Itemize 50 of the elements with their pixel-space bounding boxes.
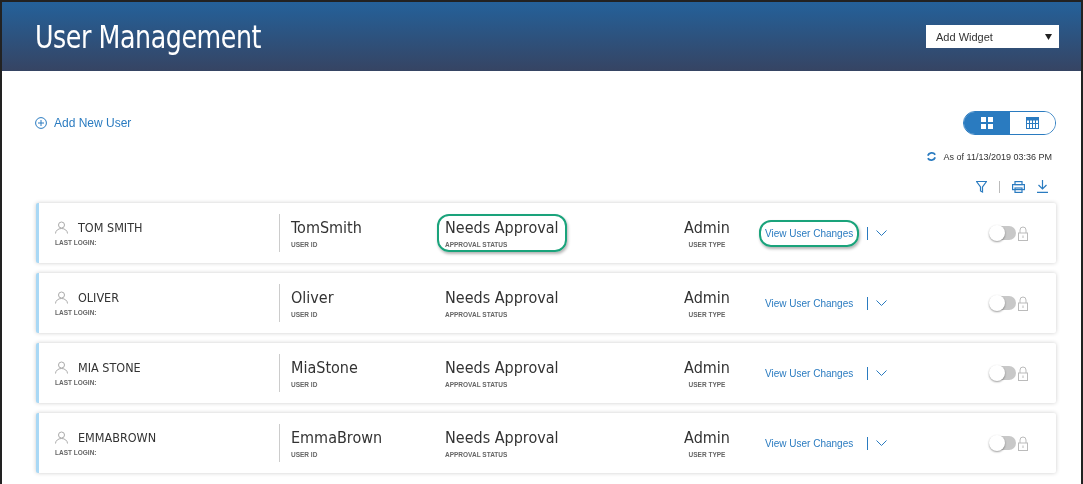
lock-icon	[1018, 225, 1028, 241]
grid-view-icon	[980, 117, 993, 129]
add-circle-icon	[35, 117, 47, 129]
approval-status-value: Needs Approval	[445, 218, 559, 237]
print-icon[interactable]	[1012, 180, 1025, 193]
lock-icon	[1018, 435, 1028, 451]
toggle-switch[interactable]	[990, 226, 1016, 240]
add-widget-dropdown[interactable]: Add Widget	[926, 25, 1059, 48]
chevron-down-icon[interactable]	[876, 299, 888, 307]
user-name: TOM SMITH	[78, 220, 143, 235]
user-id-value: TomSmith	[291, 218, 363, 237]
add-new-user-link[interactable]: Add New User	[35, 116, 132, 130]
user-type-value: Admin	[684, 288, 730, 307]
person-icon	[55, 361, 68, 374]
refresh-icon[interactable]	[925, 151, 937, 162]
download-icon[interactable]	[1037, 180, 1048, 193]
user-name: MIA STONE	[78, 360, 141, 375]
view-user-changes-link[interactable]: View User Changes	[759, 289, 860, 317]
user-id-value: MiaStone	[291, 358, 359, 377]
chevron-down-icon[interactable]	[876, 369, 888, 377]
person-icon	[55, 291, 68, 304]
view-user-changes-link[interactable]: View User Changes	[759, 359, 860, 387]
caret-icon	[1045, 33, 1052, 40]
toggle-switch[interactable]	[990, 366, 1016, 380]
lock-icon	[1018, 295, 1028, 311]
user-id-value: EmmaBrown	[291, 428, 384, 447]
view-toggle[interactable]	[963, 111, 1056, 135]
person-icon	[55, 221, 68, 234]
user-type-value: Admin	[684, 358, 730, 377]
view-toggle-button[interactable]	[964, 112, 1010, 134]
user-name: EMMABROWN	[78, 430, 157, 445]
filter-icon[interactable]	[976, 180, 987, 193]
calendar-view-icon	[1025, 117, 1039, 129]
approval-status-value: Needs Approval	[445, 358, 559, 377]
toggle-switch[interactable]	[990, 296, 1016, 310]
user-id-value: Oliver	[291, 288, 335, 307]
lock-icon	[1018, 365, 1028, 381]
approval-status-value: Needs Approval	[445, 288, 559, 307]
user-name: OLIVER	[78, 290, 120, 305]
person-icon	[55, 431, 68, 444]
view-user-changes-link[interactable]: View User Changes	[759, 219, 860, 247]
user-type-value: Admin	[684, 218, 730, 237]
view-user-changes-link[interactable]: View User Changes	[759, 429, 860, 457]
toggle-switch[interactable]	[990, 436, 1016, 450]
approval-status-value: Needs Approval	[445, 428, 559, 447]
page-title: User Management	[35, 17, 262, 56]
timestamp-text: As of 11/13/2019 03:36 PM	[943, 151, 1052, 162]
chevron-down-icon[interactable]	[876, 229, 888, 237]
user-type-value: Admin	[684, 428, 730, 447]
chevron-down-icon[interactable]	[876, 439, 888, 447]
